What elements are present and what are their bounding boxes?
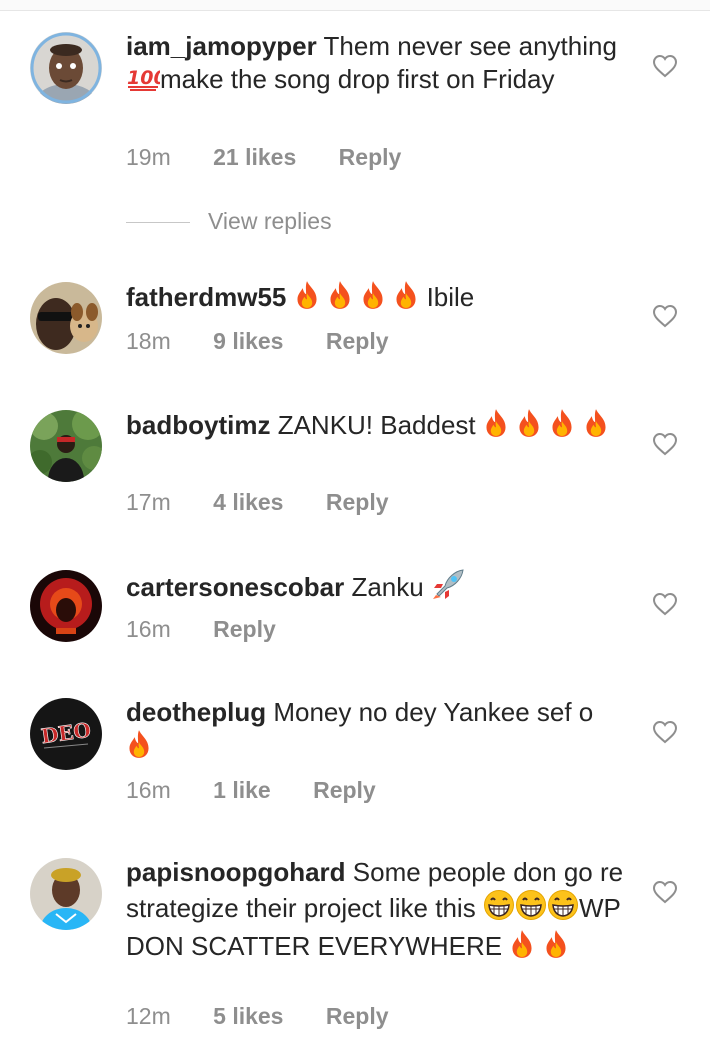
reply-button[interactable]: Reply bbox=[213, 616, 276, 642]
likes-count[interactable]: 21 likes bbox=[213, 144, 296, 170]
avatar-sunglasses-icon bbox=[30, 282, 102, 354]
avatar[interactable] bbox=[30, 858, 102, 930]
view-replies-line bbox=[126, 222, 190, 224]
avatar[interactable] bbox=[30, 570, 102, 642]
comment-text: iam_jamopyper Them never see anything 10… bbox=[126, 30, 626, 100]
grinning-emoji bbox=[547, 889, 579, 929]
fire-emoji bbox=[393, 280, 419, 318]
comment-meta: 18m 9 likes Reply bbox=[126, 328, 425, 355]
avatar-red-icon bbox=[30, 570, 102, 642]
grinning-emoji bbox=[483, 889, 515, 929]
like-heart-icon[interactable] bbox=[652, 54, 678, 78]
view-replies-label: View replies bbox=[208, 208, 332, 234]
comment-body-continued: make the song drop first on Friday bbox=[160, 64, 555, 94]
comment-body: Zanku bbox=[351, 572, 424, 602]
avatar[interactable]: DEO bbox=[30, 698, 102, 770]
comment-time: 17m bbox=[126, 489, 171, 515]
comment-text: fatherdmw55 Ibile bbox=[126, 280, 626, 318]
fire-emoji bbox=[543, 929, 569, 967]
fire-emoji bbox=[509, 929, 535, 967]
reply-button[interactable]: Reply bbox=[313, 777, 376, 803]
comment-time: 18m bbox=[126, 328, 171, 354]
rocket-emoji bbox=[431, 568, 465, 608]
comment-username[interactable]: deotheplug bbox=[126, 697, 266, 727]
comment-text: deotheplug Money no dey Yankee sef o bbox=[126, 696, 626, 767]
comment-username[interactable]: papisnoopgohard bbox=[126, 857, 346, 887]
likes-count[interactable]: 9 likes bbox=[213, 328, 283, 354]
like-heart-icon[interactable] bbox=[652, 880, 678, 904]
avatar-man-cartoon-icon bbox=[30, 32, 102, 104]
fire-emoji bbox=[327, 280, 353, 318]
fire-emoji bbox=[126, 729, 152, 767]
comment-time: 12m bbox=[126, 1003, 171, 1029]
comment-time: 19m bbox=[126, 144, 171, 170]
avatar-deo-icon: DEO bbox=[30, 698, 102, 770]
comment-body: ZANKU! Baddest bbox=[277, 410, 476, 440]
comment-username[interactable]: iam_jamopyper bbox=[126, 31, 317, 61]
avatar[interactable] bbox=[30, 410, 102, 482]
comment-meta: 17m 4 likes Reply bbox=[126, 489, 425, 516]
like-heart-icon[interactable] bbox=[652, 720, 678, 744]
comment-username[interactable]: cartersonescobar bbox=[126, 572, 344, 602]
comment-username[interactable]: fatherdmw55 bbox=[126, 282, 286, 312]
reply-button[interactable]: Reply bbox=[326, 1003, 389, 1029]
view-replies-button[interactable]: View replies bbox=[126, 208, 332, 235]
top-divider bbox=[0, 0, 710, 11]
fire-emoji bbox=[549, 408, 575, 446]
svg-text:100: 100 bbox=[127, 67, 160, 89]
avatar-blue-shirt-icon bbox=[30, 858, 102, 930]
comment-username[interactable]: badboytimz bbox=[126, 410, 270, 440]
comment-body: Them never see anything bbox=[323, 31, 617, 61]
comment-time: 16m bbox=[126, 777, 171, 803]
fire-emoji bbox=[583, 408, 609, 446]
like-heart-icon[interactable] bbox=[652, 592, 678, 616]
avatar[interactable] bbox=[30, 32, 102, 104]
fire-emoji bbox=[516, 408, 542, 446]
reply-button[interactable]: Reply bbox=[326, 328, 389, 354]
likes-count[interactable]: 1 like bbox=[213, 777, 271, 803]
comment-meta: 12m 5 likes Reply bbox=[126, 1003, 425, 1030]
comment-text: badboytimz ZANKU! Baddest bbox=[126, 408, 626, 446]
hundred-points-emoji: 100 bbox=[126, 64, 167, 100]
comment-text: papisnoopgohard Some people don go re st… bbox=[126, 856, 626, 967]
like-heart-icon[interactable] bbox=[652, 432, 678, 456]
reply-button[interactable]: Reply bbox=[339, 144, 402, 170]
comment-meta: 16m Reply bbox=[126, 616, 312, 643]
comment-time: 16m bbox=[126, 616, 171, 642]
like-heart-icon[interactable] bbox=[652, 304, 678, 328]
comment-meta: 19m 21 likes Reply bbox=[126, 144, 437, 171]
avatar-forest-icon bbox=[30, 410, 102, 482]
avatar[interactable] bbox=[30, 282, 102, 354]
likes-count[interactable]: 5 likes bbox=[213, 1003, 283, 1029]
likes-count[interactable]: 4 likes bbox=[213, 489, 283, 515]
fire-emoji bbox=[360, 280, 386, 318]
reply-button[interactable]: Reply bbox=[326, 489, 389, 515]
comment-body: Ibile bbox=[426, 282, 475, 312]
comment-text: cartersonescobar Zanku bbox=[126, 568, 626, 608]
grinning-emoji bbox=[515, 889, 547, 929]
fire-emoji bbox=[483, 408, 509, 446]
fire-emoji bbox=[294, 280, 320, 318]
comment-body: Money no dey Yankee sef o bbox=[273, 697, 594, 727]
comment-meta: 16m 1 like Reply bbox=[126, 777, 412, 804]
